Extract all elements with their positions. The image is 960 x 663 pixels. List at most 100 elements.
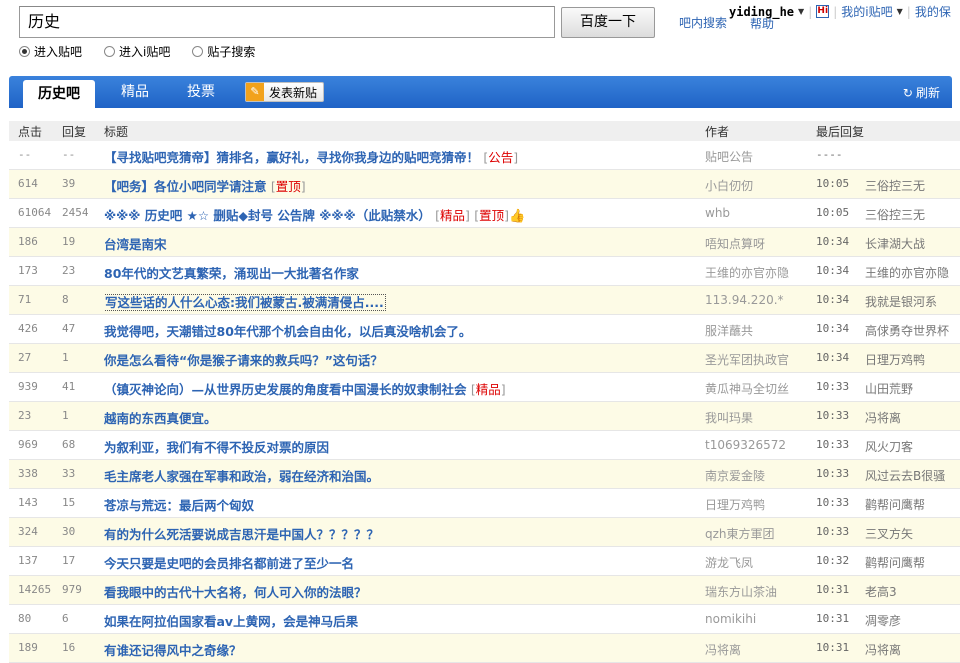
thread-row[interactable]: 143 15 苍凉与荒远：最后两个匈奴 日理万鸡鸭 10:33 鹳帮问鹰帮 xyxy=(9,489,960,518)
thread-title-link[interactable]: 苍凉与荒远：最后两个匈奴 xyxy=(104,498,254,513)
thread-author[interactable]: 瑞东方山茶油 xyxy=(705,583,813,600)
thread-title-link[interactable]: 你是怎么看待“你是猴子请来的救兵吗？”这句话？ xyxy=(104,353,383,368)
thread-author[interactable]: t1069326572 xyxy=(705,438,813,452)
thread-title-link[interactable]: 【寻找贴吧竞猜帝】猜排名，赢好礼，寻找你我身边的贴吧竞猜帝！ xyxy=(104,150,479,165)
new-post-button[interactable]: ✎ 发表新贴 xyxy=(245,82,325,102)
thread-author[interactable]: 日理万鸡鸭 xyxy=(705,496,813,513)
thread-last-replier[interactable]: 山田荒野 xyxy=(865,380,960,397)
thread-title-link[interactable]: 有谁还记得风中之奇缘？ xyxy=(104,643,242,658)
thread-row[interactable]: 338 33 毛主席老人家强在军事和政治，弱在经济和治国。 南京爱金陵 10:33 风过云… xyxy=(9,460,960,489)
thread-row[interactable]: 189 16 有谁还记得风中之奇缘？ 冯将离 10:31 冯将离 xyxy=(9,634,960,663)
thread-author[interactable]: 113.94.220.* xyxy=(705,293,813,307)
search-button[interactable]: 百度一下 xyxy=(561,7,655,38)
radio-post-search[interactable]: 贴子搜索 xyxy=(192,43,255,60)
thread-row[interactable]: 80 6 如果在阿拉伯国家看av上黄网，会是神马后果 nomikihi 10:31 凋零彦 xyxy=(9,605,960,634)
thread-title-link[interactable]: ※※※ 历史吧 ★☆ 删贴◆封号 公告牌 ※※※（此贴禁水） xyxy=(104,208,431,223)
thread-row[interactable]: 137 17 今天只要是史吧的会员排名都前进了至少一名 游龙飞凤 10:32 鹳帮问鹰帮 xyxy=(9,547,960,576)
search-input[interactable]: 历史 xyxy=(19,6,555,38)
thread-title-link[interactable]: 台湾是南宋 xyxy=(104,237,167,252)
radio-enter-ibar[interactable]: 进入i贴吧 xyxy=(104,43,170,60)
thread-last-replier[interactable]: 冯将离 xyxy=(865,641,960,658)
help-link[interactable]: 帮助 xyxy=(750,15,774,32)
thread-row[interactable]: 61064 2454 ※※※ 历史吧 ★☆ 删贴◆封号 公告牌 ※※※（此贴禁水） … xyxy=(9,199,960,228)
thread-last-replier[interactable]: 王维的亦官亦隐 xyxy=(865,264,960,281)
radio-label: 进入贴吧 xyxy=(34,45,83,59)
tab-forum-home[interactable]: 历史吧 xyxy=(23,80,95,108)
thread-author[interactable]: qzh東方軍团 xyxy=(705,525,813,542)
thread-row[interactable]: 186 19 台湾是南宋 唔知点算呀 10:34 长津湖大战 xyxy=(9,228,960,257)
thread-author[interactable]: 南京爱金陵 xyxy=(705,467,813,484)
inbar-search-link[interactable]: 吧内搜索 xyxy=(679,14,727,31)
thread-title-link[interactable]: 看我眼中的古代十大名将，何人可入你的法眼？ xyxy=(104,585,367,600)
thread-author[interactable]: 黄瓜神马全切丝 xyxy=(705,380,813,397)
thread-last-replier[interactable]: 风火刀客 xyxy=(865,438,960,455)
thread-author[interactable]: 我叫玛果 xyxy=(705,409,813,426)
thread-title-link[interactable]: （镇灭神论向）—从世界历史发展的角度看中国漫长的奴隶制社会 xyxy=(104,382,467,397)
thread-last-replier[interactable]: 长津湖大战 xyxy=(865,235,960,252)
thread-author[interactable]: 小白仞仞 xyxy=(705,177,813,194)
tab-featured[interactable]: 精品 xyxy=(121,80,149,108)
thread-row[interactable]: 23 1 越南的东西真便宜。 我叫玛果 10:33 冯将离 xyxy=(9,402,960,431)
thread-tag[interactable]: 精品 xyxy=(476,382,501,397)
thread-author[interactable]: nomikihi xyxy=(705,612,813,626)
thread-title-link[interactable]: 【吧务】各位小吧同学请注意 xyxy=(104,179,267,194)
thread-row[interactable]: 939 41 （镇灭神论向）—从世界历史发展的角度看中国漫长的奴隶制社会 [精品] 黄… xyxy=(9,373,960,402)
thread-title-link[interactable]: 越南的东西真便宜。 xyxy=(104,411,217,426)
thread-tag[interactable]: 精品 xyxy=(440,208,465,223)
thread-tag[interactable]: 置顶 xyxy=(276,179,301,194)
thread-last-replier[interactable]: 三叉方矢 xyxy=(865,525,960,542)
thread-row[interactable]: 14265 979 看我眼中的古代十大名将，何人可入你的法眼？ 瑞东方山茶油 10:31… xyxy=(9,576,960,605)
hi-messenger-icon[interactable]: Hi xyxy=(816,5,830,18)
thread-title-link[interactable]: 如果在阿拉伯国家看av上黄网，会是神马后果 xyxy=(104,614,358,629)
thread-row[interactable]: -- -- 【寻找贴吧竞猜帝】猜排名，赢好礼，寻找你我身边的贴吧竞猜帝！ [公告] 贴… xyxy=(9,141,960,170)
thread-last-replier[interactable]: 鹳帮问鹰帮 xyxy=(865,496,960,513)
thread-author[interactable]: whb xyxy=(705,206,813,220)
thread-author[interactable]: 贴吧公告 xyxy=(705,148,813,165)
thread-row[interactable]: 173 23 80年代的文艺真繁荣，涌现出一大批著名作家 王维的亦官亦隐 10:34 王维… xyxy=(9,257,960,286)
my-more-link[interactable]: 我的保 xyxy=(915,3,951,20)
radio-dot[interactable] xyxy=(19,46,30,57)
thread-title-link[interactable]: 有的为什么死活要说成吉思汗是中国人？？？？？ xyxy=(104,527,379,542)
thread-title-link[interactable]: 今天只要是史吧的会员排名都前进了至少一名 xyxy=(104,556,354,571)
thread-author[interactable]: 圣光军团执政官 xyxy=(705,351,813,368)
thread-last-replier[interactable]: 鹳帮问鹰帮 xyxy=(865,554,960,571)
thread-title-link[interactable]: 毛主席老人家强在军事和政治，弱在经济和治国。 xyxy=(104,469,379,484)
thread-author[interactable]: 服洋蘸共 xyxy=(705,322,813,339)
radio-dot[interactable] xyxy=(104,46,116,57)
thread-tag[interactable]: 置顶 xyxy=(479,208,504,223)
chevron-down-icon[interactable]: ▼ xyxy=(897,7,903,16)
thread-last-replier[interactable]: 三俗控三无 xyxy=(865,177,960,194)
thread-tag[interactable]: 公告 xyxy=(488,150,513,165)
radio-enter-bar[interactable]: 进入贴吧 xyxy=(19,43,82,60)
thread-title-link[interactable]: 我觉得吧，天潮错过80年代那个机会自由化，以后真没啥机会了。 xyxy=(104,324,471,339)
thread-last-replier[interactable]: 风过云去B很骚 xyxy=(865,467,960,484)
tab-vote[interactable]: 投票 xyxy=(187,80,215,108)
thread-last-time: 10:33 xyxy=(816,409,850,422)
thread-title-cell: 写这些话的人什么心态:我们被蒙古.被满清侵占.... xyxy=(104,292,704,311)
thread-last-replier[interactable]: 我就是银河系 xyxy=(865,293,960,310)
radio-dot[interactable] xyxy=(192,46,204,57)
thread-author[interactable]: 王维的亦官亦隐 xyxy=(705,264,813,281)
thread-row[interactable]: 71 8 写这些话的人什么心态:我们被蒙古.被满清侵占.... 113.94.220.… xyxy=(9,286,960,315)
thread-row[interactable]: 324 30 有的为什么死活要说成吉思汗是中国人？？？？？ qzh東方軍团 10:33 三… xyxy=(9,518,960,547)
thread-title-link[interactable]: 80年代的文艺真繁荣，涌现出一大批著名作家 xyxy=(104,266,359,281)
thread-last-replier[interactable]: 冯将离 xyxy=(865,409,960,426)
thread-row[interactable]: 969 68 为叙利亚，我们有不得不投反对票的原因 t1069326572 10:33 风… xyxy=(9,431,960,460)
thread-last-replier[interactable]: 老高3 xyxy=(865,583,960,600)
thread-row[interactable]: 614 39 【吧务】各位小吧同学请注意 [置顶] 小白仞仞 10:05 三俗控三无 xyxy=(9,170,960,199)
thread-row[interactable]: 426 47 我觉得吧，天潮错过80年代那个机会自由化，以后真没啥机会了。 服洋蘸共 1… xyxy=(9,315,960,344)
thread-title-cell: 如果在阿拉伯国家看av上黄网，会是神马后果 xyxy=(104,611,704,630)
thread-title-link[interactable]: 写这些话的人什么心态:我们被蒙古.被满清侵占.... xyxy=(104,294,386,311)
refresh-button[interactable]: ↻ 刷新 xyxy=(903,84,940,101)
thread-author[interactable]: 游龙飞凤 xyxy=(705,554,813,571)
thread-last-replier[interactable]: 三俗控三无 xyxy=(865,206,960,223)
thread-author[interactable]: 唔知点算呀 xyxy=(705,235,813,252)
thread-author[interactable]: 冯将离 xyxy=(705,641,813,658)
my-ibar-link[interactable]: 我的i贴吧 xyxy=(841,3,892,20)
chevron-down-icon[interactable]: ▼ xyxy=(798,7,804,16)
thread-row[interactable]: 27 1 你是怎么看待“你是猴子请来的救兵吗？”这句话？ 圣光军团执政官 10:34 日理… xyxy=(9,344,960,373)
thread-title-link[interactable]: 为叙利亚，我们有不得不投反对票的原因 xyxy=(104,440,329,455)
thread-last-replier[interactable]: 日理万鸡鸭 xyxy=(865,351,960,368)
thread-last-replier[interactable]: 高俅勇夺世界杯 xyxy=(865,322,960,339)
thread-last-replier[interactable]: 凋零彦 xyxy=(865,612,960,629)
